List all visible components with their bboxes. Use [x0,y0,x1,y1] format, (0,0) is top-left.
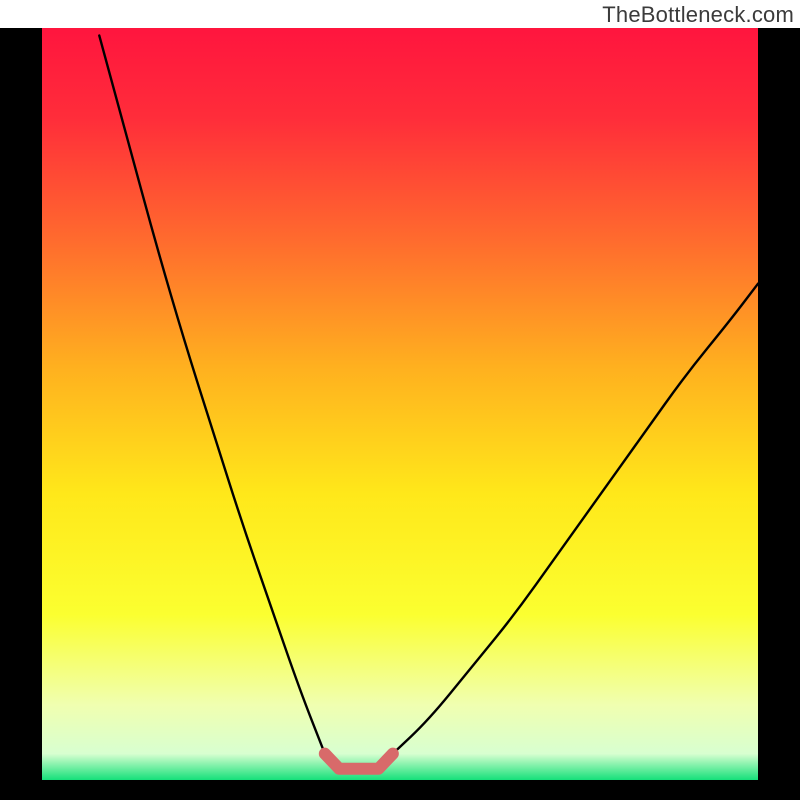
watermark-text: TheBottleneck.com [602,2,794,28]
chart-frame: TheBottleneck.com [0,0,800,800]
gradient-panel [42,28,758,780]
bottleneck-chart [0,0,800,800]
